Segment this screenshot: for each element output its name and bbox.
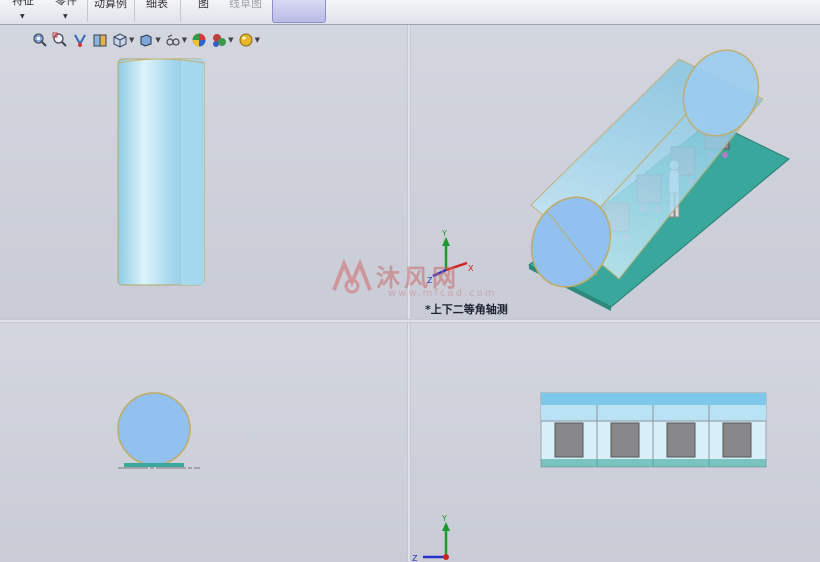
features-dropdown-icon[interactable]: ▼ [20,13,25,20]
tab-detail-table[interactable]: 细表 [146,0,168,23]
tab-drawing-label: 图 [198,0,209,10]
tab-features-label: 特征 [12,0,34,7]
ribbon-separator [180,0,181,22]
coordinate-triad-bottom: Y Z [412,514,450,562]
viewport-top[interactable]: Y Z [411,323,820,562]
cylinder-side-shade [181,59,204,285]
part-dropdown-icon[interactable]: ▼ [63,13,68,20]
enclosure-top-band [541,393,766,405]
tab-drawing[interactable]: 图 [198,0,209,23]
ribbon-separator [87,0,88,22]
ribbon-separator [134,0,135,22]
active-ribbon-button[interactable] [272,0,326,23]
triad-bottom-y-label: Y [441,514,447,523]
tab-motion-study-label: 动算例 [94,0,127,10]
triad-y-label: Y [441,229,447,238]
watermark-logo-icon [332,258,372,294]
base-plate-side [124,463,184,467]
tab-line-sketch-label: 线草图 [229,0,262,10]
tab-detail-table-label: 细表 [146,0,168,10]
viewport-side[interactable] [0,323,407,562]
view-orientation-label: *上下二等角轴测 [425,303,508,316]
watermark-url: www.mfcad.com [388,288,497,299]
tab-part-label: 零件 [55,0,77,7]
tab-line-sketch[interactable]: 线草图 [229,0,262,23]
top-view-model[interactable]: Y Z [411,323,820,562]
side-view-model[interactable] [0,323,407,562]
base-plate-top [541,459,766,467]
watermark: 沐风网 www.mfcad.com [330,256,500,302]
command-manager-strip: 特征 ▼ 零件 ▼ 动算例 细表 图 线草图 [0,0,820,25]
cylinder-end-circle[interactable] [117,392,191,466]
triad-bottom-z-label: Z [412,554,418,562]
tab-motion-study[interactable]: 动算例 [94,0,127,23]
